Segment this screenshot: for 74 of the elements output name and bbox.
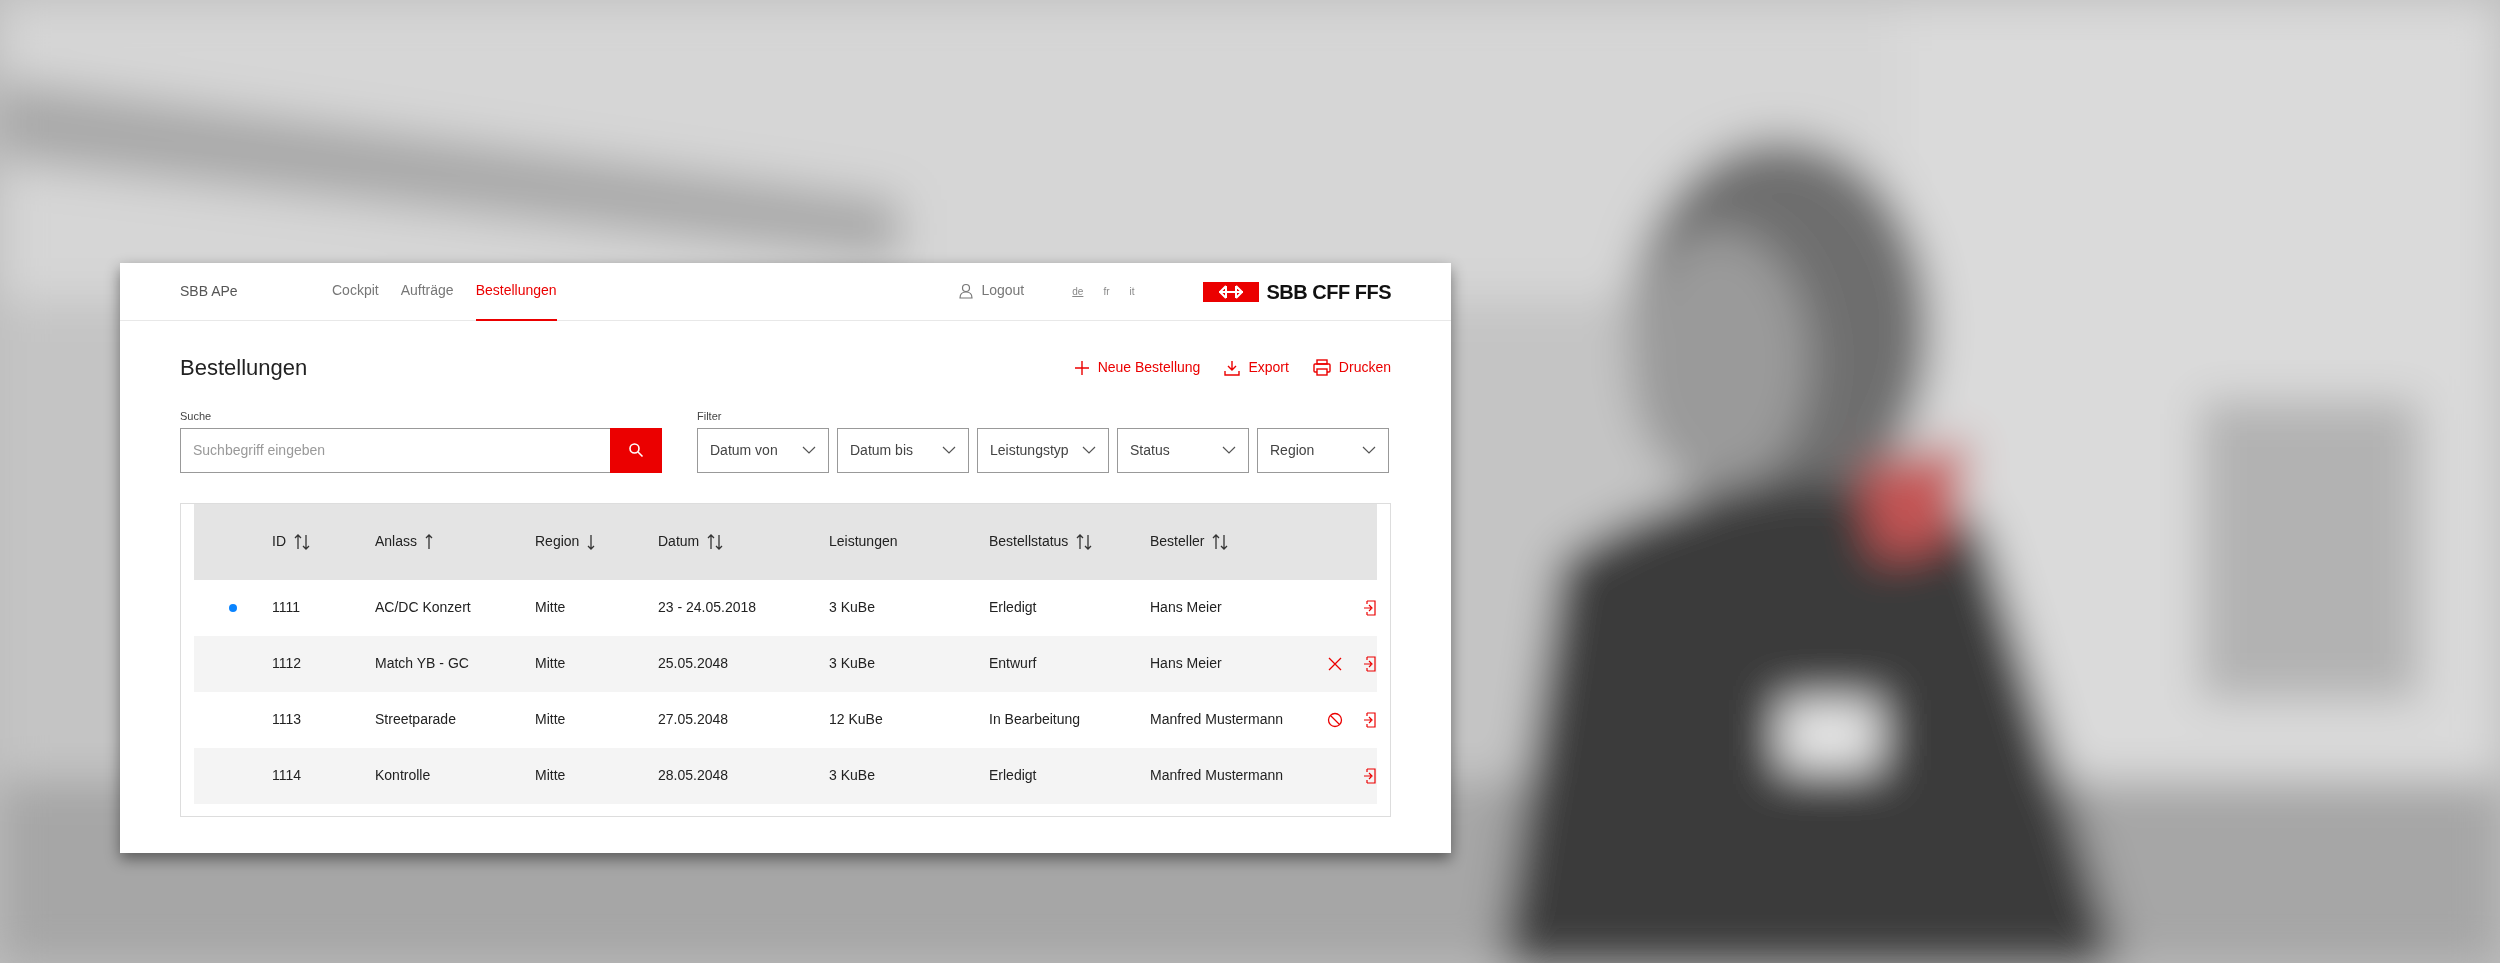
table-cell: 1113 — [272, 711, 302, 727]
table-cell: Mitte — [535, 599, 566, 615]
table-cell: Mitte — [535, 767, 566, 783]
app-name: SBB APe — [180, 282, 239, 301]
table-cell: Match YB - GC — [375, 655, 469, 671]
table-cell: Mitte — [535, 711, 566, 727]
search-field[interactable]: Suchbegriff eingeben — [180, 427, 610, 473]
download-icon — [1224, 359, 1241, 376]
language-link[interactable]: it — [1129, 284, 1135, 299]
table-cell: Kontrolle — [375, 767, 431, 783]
table-cell: Erledigt — [989, 599, 1037, 615]
chevron-down-icon — [1222, 445, 1236, 455]
close-icon[interactable] — [1327, 656, 1343, 673]
search-label: Suche — [180, 409, 213, 424]
enter-icon[interactable] — [1363, 600, 1377, 617]
table-cell: AC/DC Konzert — [375, 599, 471, 615]
table-cell: 1114 — [272, 767, 302, 783]
chevron-down-icon — [1082, 445, 1096, 455]
table-cell: 27.05.2048 — [658, 711, 729, 727]
chevron-down-icon — [1362, 445, 1376, 455]
prohibited-icon[interactable] — [1327, 712, 1343, 729]
table-cell: 28.05.2048 — [658, 767, 729, 783]
filter-select[interactable]: Status — [1117, 427, 1249, 473]
table-cell: 1111 — [272, 599, 301, 615]
nav-tab[interactable]: Bestellungen — [475, 262, 557, 321]
filter-select[interactable]: Datum bis — [837, 427, 969, 473]
logo-icon — [1202, 281, 1259, 302]
column-header[interactable]: Region — [535, 531, 580, 552]
filter-select[interactable]: Datum von — [697, 427, 829, 473]
language-link[interactable]: fr — [1103, 284, 1110, 299]
filter-label: Filter — [697, 409, 723, 424]
table-cell: Hans Meier — [1150, 599, 1222, 615]
table-cell: Entwurf — [989, 655, 1037, 671]
plus-icon — [1073, 359, 1090, 376]
column-header[interactable]: Besteller — [1150, 531, 1205, 552]
column-header[interactable]: ID — [272, 531, 286, 552]
table-cell: Manfred Mustermann — [1150, 767, 1284, 783]
table-cell: Hans Meier — [1150, 655, 1222, 671]
logout-link[interactable]: Logout — [959, 262, 1025, 321]
filter-select[interactable]: Leistungstyp — [977, 427, 1109, 473]
printer-icon — [1312, 359, 1331, 376]
table-cell: Manfred Mustermann — [1150, 711, 1284, 727]
table-cell: 23 - 24.05.2018 — [658, 599, 757, 615]
enter-icon[interactable] — [1363, 656, 1377, 673]
enter-icon[interactable] — [1363, 712, 1377, 729]
export-link[interactable]: Export — [1224, 357, 1289, 378]
column-header[interactable]: Anlass — [375, 531, 418, 552]
chevron-down-icon — [802, 445, 816, 455]
column-header[interactable]: Datum — [658, 531, 700, 552]
table-cell: 12 KuBe — [829, 711, 883, 727]
table-cell: 3 KuBe — [829, 655, 875, 671]
search-button[interactable] — [610, 427, 662, 473]
search-icon — [628, 442, 644, 458]
table-cell: Erledigt — [989, 767, 1037, 783]
page-title: Bestellungen — [180, 354, 308, 382]
filter-select[interactable]: Region — [1257, 427, 1389, 473]
table-cell: 3 KuBe — [829, 767, 875, 783]
column-header[interactable]: Bestellstatus — [989, 531, 1069, 552]
new-order-link[interactable]: Neue Bestellung — [1073, 357, 1201, 378]
column-header[interactable]: Leistungen — [829, 531, 898, 552]
enter-icon[interactable] — [1363, 768, 1377, 785]
table-cell: 1112 — [272, 655, 302, 671]
table-cell: 3 KuBe — [829, 599, 875, 615]
nav-tab[interactable]: Cockpit — [332, 262, 379, 321]
table-cell: 25.05.2048 — [658, 655, 729, 671]
chevron-down-icon — [942, 445, 956, 455]
table-cell: Streetparade — [375, 711, 456, 727]
table-cell: Mitte — [535, 655, 566, 671]
table-cell: In Bearbeitung — [989, 711, 1081, 727]
language-link[interactable]: de — [1072, 284, 1084, 299]
user-icon — [959, 282, 974, 299]
print-link[interactable]: Drucken — [1312, 357, 1391, 378]
nav-tab[interactable]: Aufträge — [400, 262, 454, 321]
logo-text: SBB CFF FFS — [1266, 279, 1391, 305]
